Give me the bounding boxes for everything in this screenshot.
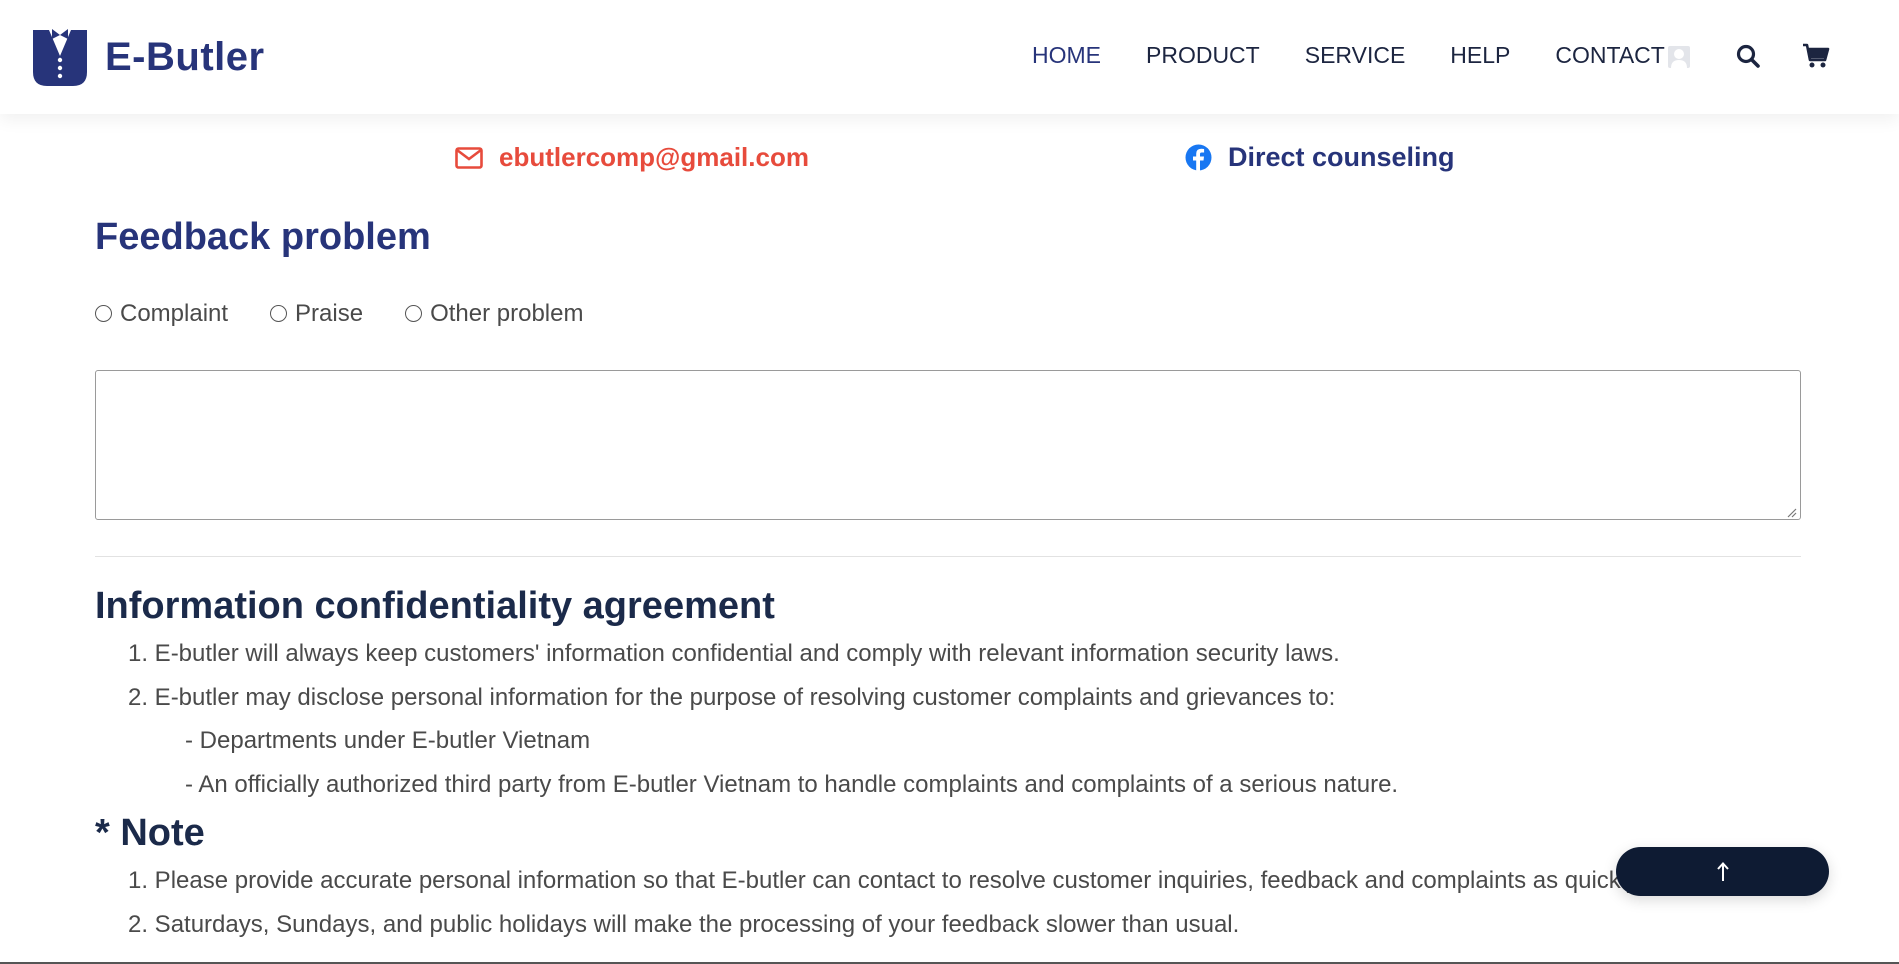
radio-button[interactable] [405, 304, 423, 322]
nav-home[interactable]: HOME [1032, 42, 1101, 69]
agreement-item: 2. E-butler may disclose personal inform… [128, 684, 1336, 711]
feedback-title: Feedback problem [95, 216, 431, 258]
radio-button[interactable] [95, 304, 112, 322]
site-header: E-Butler HOME PRODUCT SERVICE HELP CONTA… [0, 0, 1899, 114]
nav-product[interactable]: PRODUCT [1146, 42, 1260, 69]
cart-icon[interactable] [1802, 42, 1830, 70]
radio-label: Other problem [430, 300, 584, 327]
radio-label: Praise [295, 300, 364, 327]
nav-service[interactable]: SERVICE [1305, 42, 1406, 69]
note-item: 2. Saturdays, Sundays, and public holida… [128, 911, 1240, 938]
facebook-link[interactable]: Direct counseling [1185, 142, 1455, 173]
facebook-text: Direct counseling [1228, 142, 1455, 172]
email-text: ebutlercomp@gmail.com [499, 142, 809, 172]
logo[interactable]: E-Butler [29, 26, 265, 88]
nav-help[interactable]: HELP [1450, 42, 1510, 69]
note-item: 1. Please provide accurate personal info… [128, 867, 1772, 894]
agreement-subitem: - Departments under E-butler Vietnam [185, 727, 591, 754]
facebook-icon [1185, 144, 1212, 171]
brand-name: E-Butler [105, 34, 265, 79]
agreement-title: Information confidentiality agreement [95, 585, 775, 627]
search-icon[interactable] [1735, 43, 1761, 69]
envelope-icon [455, 146, 483, 169]
feedback-textarea[interactable] [95, 370, 1801, 520]
radio-complaint[interactable]: Complaint [95, 300, 228, 328]
divider [95, 556, 1801, 557]
radio-label: Complaint [120, 300, 229, 327]
note-title: * Note [95, 812, 205, 854]
radio-button[interactable] [270, 304, 288, 322]
contact-row: ebutlercomp@gmail.com Direct counseling [0, 142, 1899, 182]
main-nav: HOME PRODUCT SERVICE HELP CONTACT [1032, 42, 1710, 69]
agreement-item: 1. E-butler will always keep customers' … [128, 640, 1340, 667]
radio-other-problem[interactable]: Other problem [405, 300, 583, 328]
arrow-up-icon [1716, 861, 1729, 881]
back-to-top-button[interactable] [1616, 847, 1829, 896]
email-link[interactable]: ebutlercomp@gmail.com [455, 142, 809, 173]
resize-grip-icon[interactable] [1785, 506, 1797, 518]
user-icon[interactable] [1666, 44, 1692, 70]
agreement-subitem: - An officially authorized third party f… [185, 771, 1399, 798]
feedback-type-group: Complaint Praise Other problem [95, 300, 625, 328]
nav-contact[interactable]: CONTACT [1555, 42, 1664, 69]
butler-logo-icon [33, 29, 87, 86]
radio-praise[interactable]: Praise [270, 300, 363, 328]
